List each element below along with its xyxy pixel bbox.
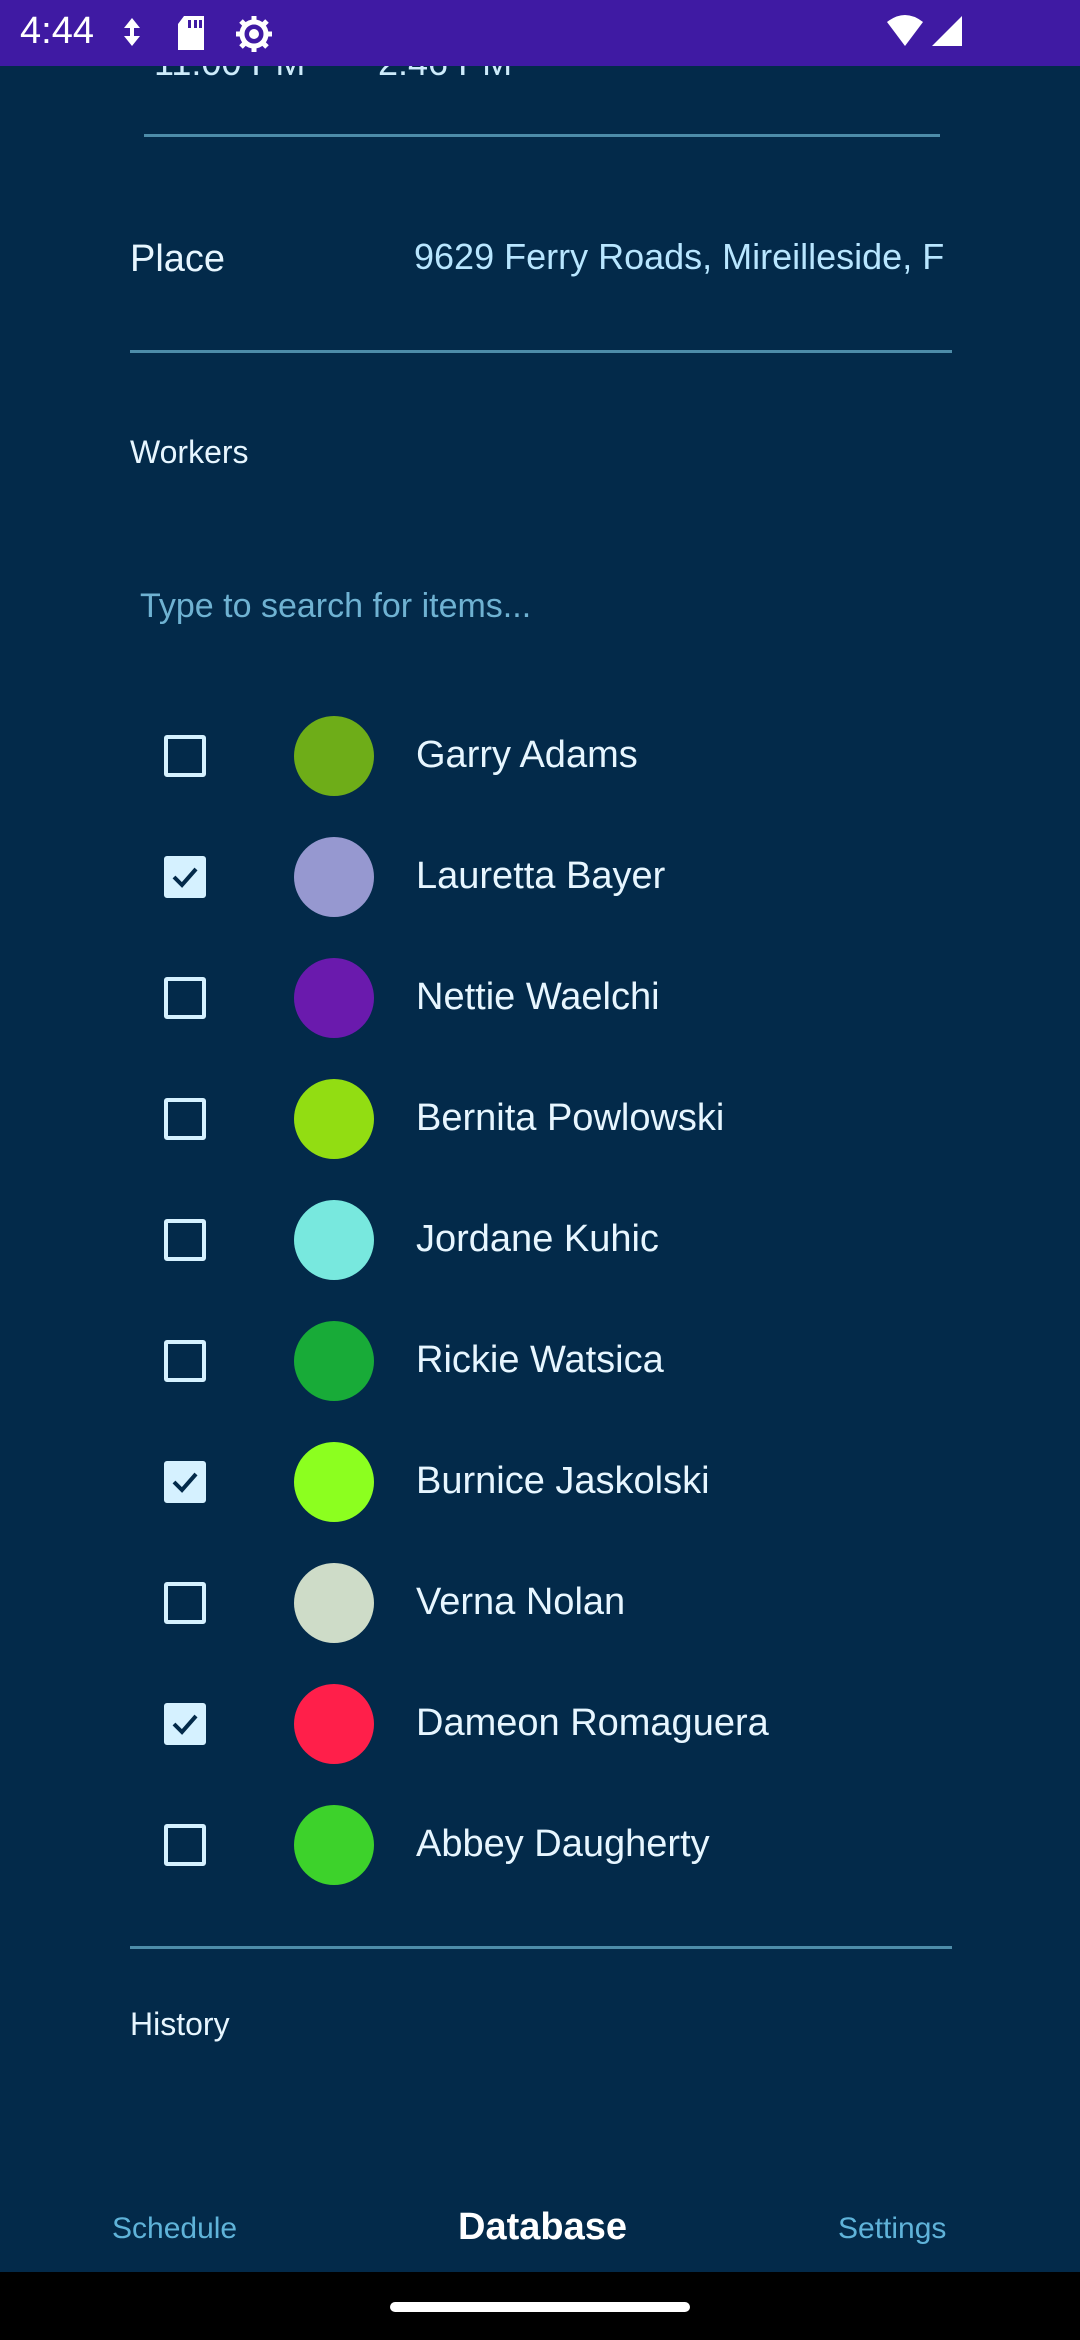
wifi-icon	[887, 15, 923, 46]
place-input[interactable]: 9629 Ferry Roads, Mireilleside, F	[414, 236, 944, 286]
tab-database[interactable]: Database	[458, 2206, 627, 2249]
worker-checkbox[interactable]	[164, 1582, 206, 1624]
place-divider	[130, 350, 952, 353]
worker-checkbox[interactable]	[164, 1340, 206, 1382]
worker-row[interactable]: Burnice Jaskolski	[0, 1428, 1080, 1549]
end-time[interactable]: 2:46 PM	[378, 66, 512, 84]
home-gesture-handle[interactable]	[390, 2302, 690, 2312]
worker-color-avatar	[294, 1442, 374, 1522]
worker-row[interactable]: Dameon Romaguera	[0, 1670, 1080, 1791]
worker-checkbox[interactable]	[164, 1824, 206, 1866]
worker-checkbox[interactable]	[164, 856, 206, 898]
worker-name: Bernita Powlowski	[416, 1097, 725, 1139]
worker-row[interactable]: Nettie Waelchi	[0, 944, 1080, 1065]
worker-name: Verna Nolan	[416, 1581, 626, 1623]
check-icon	[172, 867, 198, 888]
worker-row[interactable]: Lauretta Bayer	[0, 823, 1080, 944]
scroll-content[interactable]: 11:00 PM 2:46 PM Place 9629 Ferry Roads,…	[0, 66, 1080, 2184]
place-label: Place	[130, 238, 226, 280]
workers-list: Garry Adams Lauretta Bayer Nettie Waelch…	[0, 702, 1080, 1912]
worker-color-avatar	[294, 958, 374, 1038]
bottom-navigation: Schedule Database Settings	[0, 2184, 1080, 2272]
status-bar: 4:44	[0, 0, 1080, 66]
workers-label: Workers	[130, 434, 249, 470]
worker-checkbox[interactable]	[164, 1461, 206, 1503]
download-icon	[124, 18, 140, 46]
worker-row[interactable]: Rickie Watsica	[0, 1307, 1080, 1428]
sd-card-icon	[178, 16, 204, 50]
worker-checkbox[interactable]	[164, 977, 206, 1019]
check-icon	[172, 1472, 198, 1493]
status-time: 4:44	[20, 10, 94, 52]
worker-name: Rickie Watsica	[416, 1339, 664, 1381]
tab-settings[interactable]: Settings	[838, 2212, 946, 2246]
time-divider	[144, 134, 940, 137]
worker-row[interactable]: Abbey Daugherty	[0, 1791, 1080, 1912]
worker-checkbox[interactable]	[164, 735, 206, 777]
signal-icon	[932, 16, 962, 46]
worker-color-avatar	[294, 1805, 374, 1885]
worker-color-avatar	[294, 1321, 374, 1401]
worker-name: Dameon Romaguera	[416, 1702, 769, 1744]
worker-name: Abbey Daugherty	[416, 1823, 710, 1865]
gesture-navigation-bar	[0, 2272, 1080, 2340]
worker-checkbox[interactable]	[164, 1098, 206, 1140]
workers-divider	[130, 1946, 952, 1949]
start-time[interactable]: 11:00 PM	[154, 66, 305, 84]
worker-row[interactable]: Garry Adams	[0, 702, 1080, 823]
worker-row[interactable]: Jordane Kuhic	[0, 1186, 1080, 1307]
worker-name: Jordane Kuhic	[416, 1218, 659, 1260]
worker-color-avatar	[294, 1684, 374, 1764]
tab-schedule[interactable]: Schedule	[112, 2212, 237, 2246]
worker-color-avatar	[294, 1079, 374, 1159]
worker-name: Garry Adams	[416, 734, 638, 776]
worker-checkbox[interactable]	[164, 1219, 206, 1261]
worker-name: Nettie Waelchi	[416, 976, 660, 1018]
worker-row[interactable]: Verna Nolan	[0, 1549, 1080, 1670]
worker-checkbox[interactable]	[164, 1703, 206, 1745]
worker-row[interactable]: Bernita Powlowski	[0, 1065, 1080, 1186]
settings-gear-icon	[236, 16, 272, 52]
check-icon	[172, 1714, 198, 1735]
worker-color-avatar	[294, 1563, 374, 1643]
worker-name: Lauretta Bayer	[416, 855, 666, 897]
history-label: History	[130, 2006, 230, 2042]
worker-color-avatar	[294, 837, 374, 917]
worker-search-input[interactable]	[130, 546, 970, 666]
worker-color-avatar	[294, 716, 374, 796]
worker-color-avatar	[294, 1200, 374, 1280]
worker-name: Burnice Jaskolski	[416, 1460, 710, 1502]
